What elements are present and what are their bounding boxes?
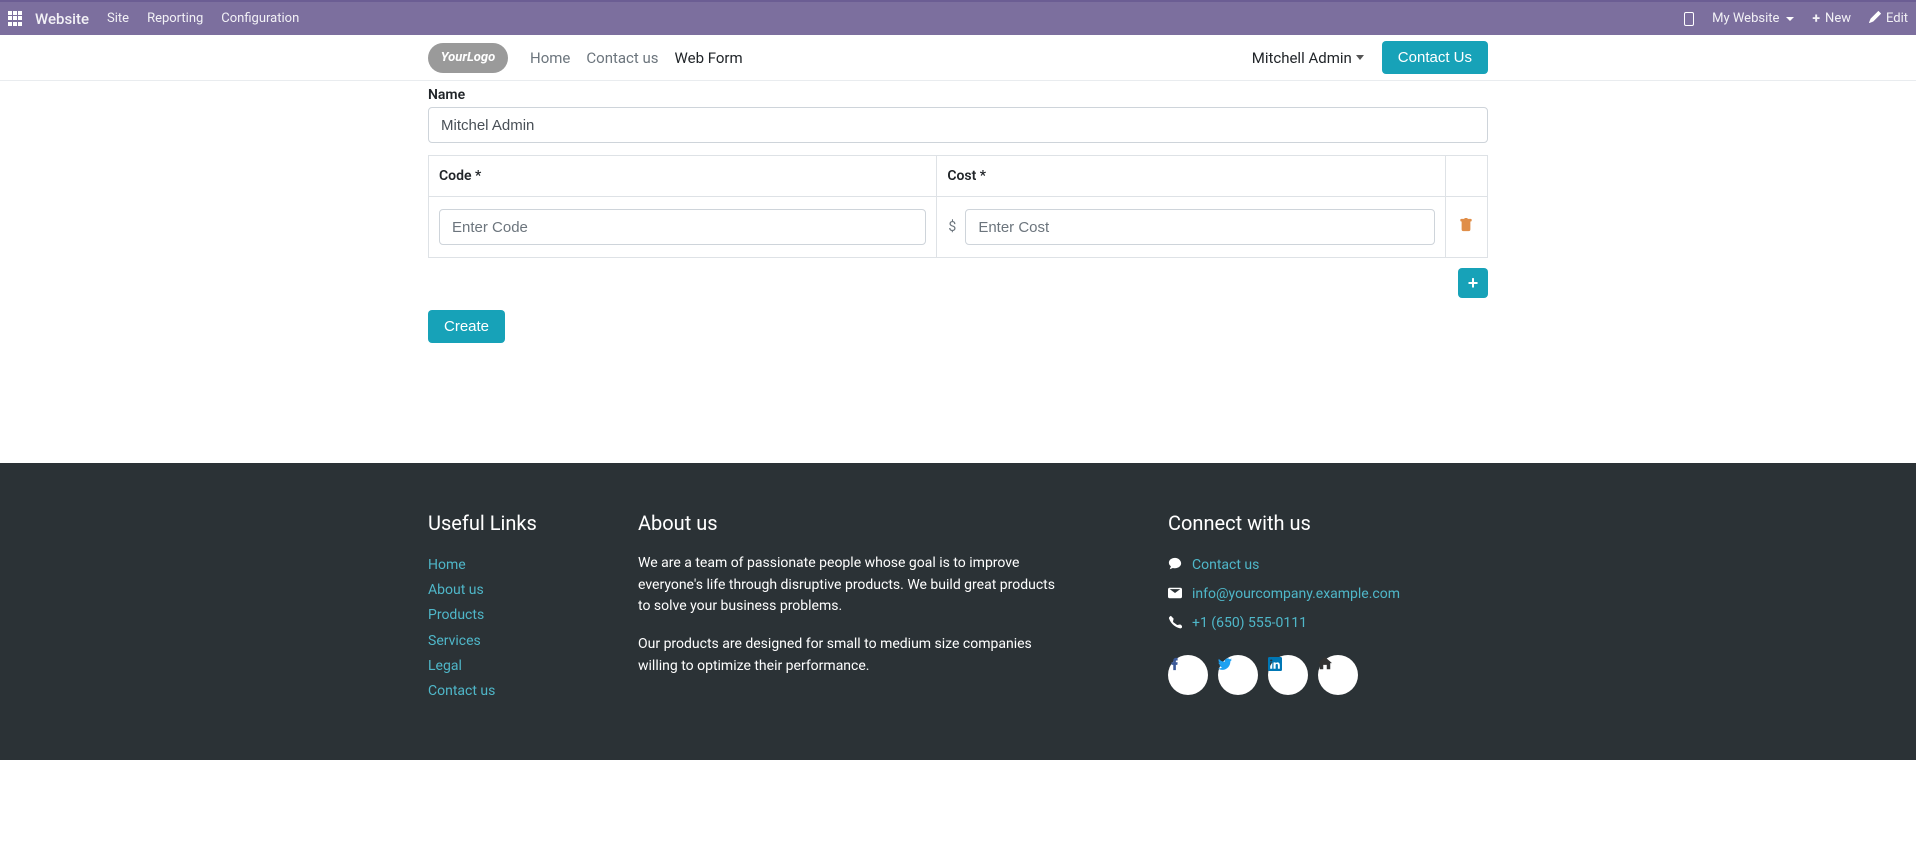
email-link[interactable]: info@yourcompany.example.com: [1192, 582, 1400, 607]
cost-input[interactable]: [965, 209, 1434, 245]
new-page-button[interactable]: New: [1812, 11, 1851, 27]
contact-us-link[interactable]: Contact us: [1192, 553, 1259, 578]
topbar-menu-reporting[interactable]: Reporting: [147, 11, 203, 26]
cost-header: Cost *: [937, 156, 1445, 197]
facebook-icon: [1168, 657, 1182, 671]
about-title: About us: [638, 511, 1068, 535]
site-footer: Useful Links Home About us Products Serv…: [0, 463, 1916, 760]
main-content: Name Code * Cost * $: [428, 81, 1488, 343]
footer-useful-links: Useful Links Home About us Products Serv…: [428, 511, 608, 704]
mobile-icon: [1684, 12, 1694, 26]
website-selector[interactable]: My Website: [1712, 11, 1794, 26]
footer-link-contact[interactable]: Contact us: [428, 679, 608, 704]
mobile-preview-button[interactable]: [1684, 12, 1694, 26]
footer-connect: Connect with us Contact us info@yourcomp…: [1168, 511, 1488, 704]
nav-link-contact[interactable]: Contact us: [586, 49, 658, 67]
table-row: $: [429, 197, 1488, 258]
create-button[interactable]: Create: [428, 310, 505, 343]
contact-us-button[interactable]: Contact Us: [1382, 41, 1488, 74]
caret-down-icon: [1356, 55, 1364, 60]
social-linkedin[interactable]: [1268, 655, 1308, 695]
name-input[interactable]: [428, 107, 1488, 143]
about-paragraph-2: Our products are designed for small to m…: [638, 634, 1068, 677]
footer-link-legal[interactable]: Legal: [428, 654, 608, 679]
linkedin-icon: [1268, 657, 1282, 671]
trash-icon: [1459, 218, 1473, 232]
code-header: Code *: [429, 156, 937, 197]
social-home[interactable]: [1318, 655, 1358, 695]
actions-header: [1445, 156, 1487, 197]
name-label: Name: [428, 87, 1488, 103]
footer-about: About us We are a team of passionate peo…: [638, 511, 1068, 704]
envelope-icon: [1168, 586, 1182, 604]
add-row-button[interactable]: +: [1458, 268, 1488, 298]
plus-icon: [1812, 11, 1820, 27]
pencil-icon: [1869, 11, 1881, 27]
footer-link-home[interactable]: Home: [428, 553, 608, 578]
topbar-menu-configuration[interactable]: Configuration: [221, 11, 299, 26]
speech-bubble-icon: [1168, 557, 1182, 575]
nav-link-home[interactable]: Home: [530, 49, 570, 67]
nav-links: Home Contact us Web Form: [530, 49, 743, 67]
home-icon: [1318, 657, 1332, 671]
phone-link[interactable]: +1 (650) 555-0111: [1192, 611, 1307, 636]
useful-links-title: Useful Links: [428, 511, 608, 535]
caret-down-icon: [1786, 17, 1794, 21]
site-navbar: YourLogo Home Contact us Web Form Mitche…: [0, 35, 1916, 81]
apps-launcher[interactable]: Website: [8, 10, 89, 28]
nav-link-webform[interactable]: Web Form: [675, 49, 743, 67]
edit-button[interactable]: Edit: [1869, 11, 1908, 27]
connect-title: Connect with us: [1168, 511, 1488, 535]
currency-symbol: $: [947, 219, 957, 235]
apps-grid-icon: [8, 11, 24, 27]
footer-link-services[interactable]: Services: [428, 629, 608, 654]
topbar-menu-site[interactable]: Site: [107, 11, 129, 26]
site-logo[interactable]: YourLogo: [428, 43, 508, 73]
social-facebook[interactable]: [1168, 655, 1208, 695]
footer-link-products[interactable]: Products: [428, 603, 608, 628]
line-items-table: Code * Cost * $: [428, 155, 1488, 258]
top-menu-bar: Website Site Reporting Configuration My …: [0, 0, 1916, 35]
app-name: Website: [35, 10, 89, 28]
social-twitter[interactable]: [1218, 655, 1258, 695]
about-paragraph-1: We are a team of passionate people whose…: [638, 553, 1068, 618]
plus-icon: +: [1468, 273, 1479, 294]
user-menu[interactable]: Mitchell Admin: [1252, 49, 1364, 67]
delete-row-button[interactable]: [1459, 218, 1473, 232]
footer-link-about[interactable]: About us: [428, 578, 608, 603]
code-input[interactable]: [439, 209, 926, 245]
phone-icon: [1168, 615, 1182, 633]
twitter-icon: [1218, 657, 1232, 671]
